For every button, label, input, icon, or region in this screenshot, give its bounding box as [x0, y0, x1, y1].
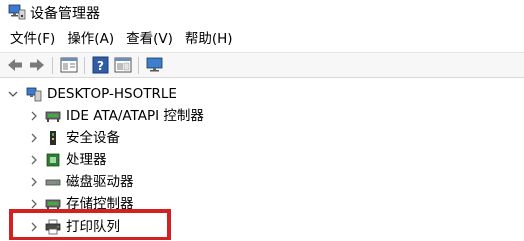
chevron-right-icon[interactable]: [29, 111, 39, 121]
tree-root-label: DESKTOP-HSOTRLE: [47, 86, 177, 102]
view-pane-icon[interactable]: [113, 56, 133, 74]
menu-file[interactable]: 文件(F): [0, 28, 61, 50]
menu-action[interactable]: 操作(A): [61, 28, 120, 50]
tree-item-ide[interactable]: IDE ATA/ATAPI 控制器: [0, 105, 524, 127]
properties-pane-icon[interactable]: [59, 56, 79, 74]
processor-icon: [46, 153, 60, 167]
tree-item-disk[interactable]: 磁盘驱动器: [0, 171, 524, 193]
toolbar-separator: [84, 57, 85, 74]
security-device-icon: [50, 131, 56, 145]
toolbar-separator: [138, 57, 139, 74]
help-icon[interactable]: ?: [91, 56, 111, 74]
device-manager-icon: [8, 4, 26, 20]
tree-item-label: 安全设备: [66, 130, 120, 146]
toolbar-separator: [52, 57, 53, 74]
tree-item-label: 磁盘驱动器: [66, 174, 134, 190]
tree-item-security[interactable]: 安全设备: [0, 127, 524, 149]
back-icon[interactable]: [5, 56, 25, 74]
menu-view[interactable]: 查看(V): [120, 28, 179, 50]
computer-icon: [26, 87, 42, 102]
chevron-down-icon[interactable]: [8, 89, 18, 99]
monitor-scan-icon[interactable]: [145, 56, 165, 74]
tree-root-row[interactable]: DESKTOP-HSOTRLE: [0, 83, 524, 105]
tree-item-processor[interactable]: 处理器: [0, 149, 524, 171]
menu-help[interactable]: 帮助(H): [179, 28, 239, 50]
svg-text:?: ?: [97, 59, 104, 73]
disk-drive-icon: [45, 179, 61, 186]
chevron-right-icon[interactable]: [29, 199, 39, 209]
title-bar: 设备管理器: [0, 0, 524, 26]
tree-item-label: 处理器: [66, 152, 107, 168]
chevron-right-icon[interactable]: [29, 155, 39, 165]
chevron-right-icon[interactable]: [29, 177, 39, 187]
toolbar: ?: [0, 52, 524, 78]
window-title: 设备管理器: [30, 6, 100, 22]
tree-item-label: IDE ATA/ATAPI 控制器: [66, 108, 204, 124]
ide-controller-icon: [45, 111, 61, 122]
menu-bar: 文件(F) 操作(A) 查看(V) 帮助(H): [0, 28, 524, 50]
chevron-right-icon[interactable]: [29, 133, 39, 143]
forward-icon[interactable]: [27, 56, 47, 74]
highlight-annotation: [9, 209, 171, 240]
